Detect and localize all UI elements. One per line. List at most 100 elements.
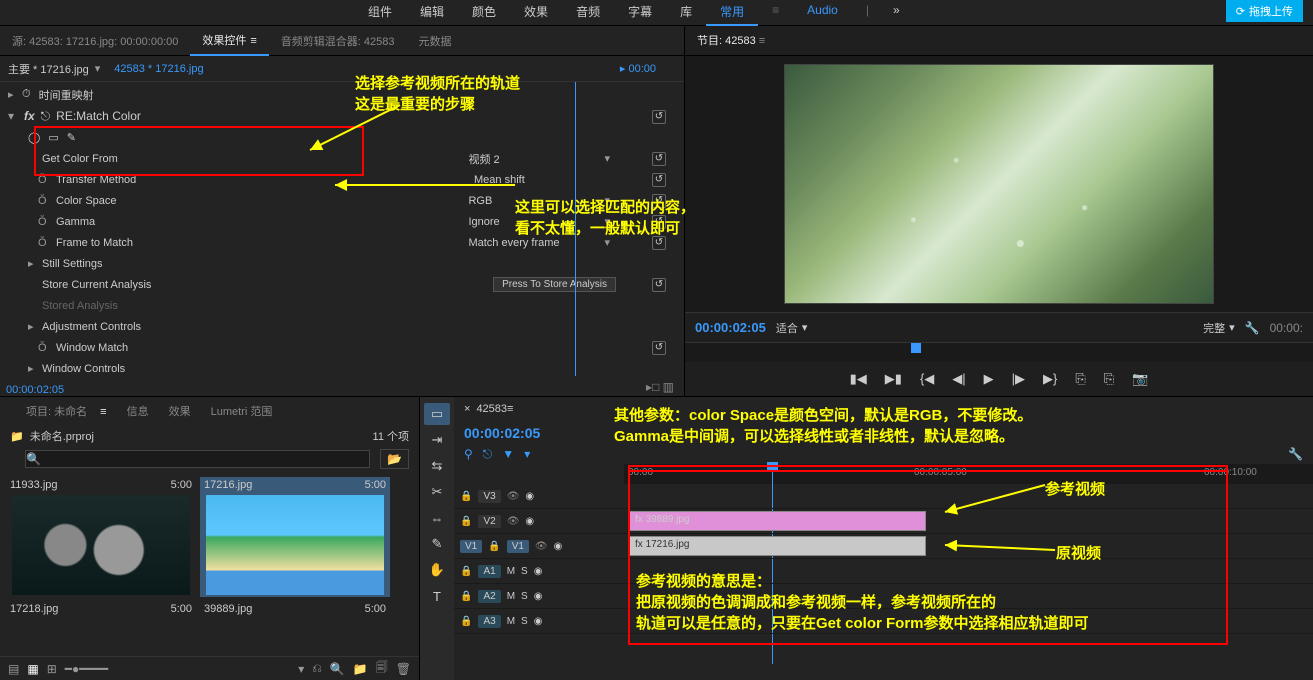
tab-menu-icon[interactable]: ≡ [759,35,765,47]
track-header-a2[interactable]: 🔒A2MS◉ [454,584,624,609]
upload-button[interactable]: ⟳拖拽上传 [1226,0,1303,22]
track-v3[interactable] [624,484,1313,509]
track-header-v3[interactable]: 🔒V3👁◉ [454,484,624,509]
track-header-a1[interactable]: 🔒A1MS◉ [454,559,624,584]
record-icon[interactable]: ◉ [534,616,543,627]
reset-icon[interactable]: ↺ [652,194,666,208]
menu-more-icon[interactable]: » [883,0,910,26]
track-v1[interactable]: fx 17216.jpg [624,534,1313,559]
dropdown-icon[interactable]: ▾ [598,152,616,165]
track-output-icon[interactable]: ◉ [554,541,563,552]
dropdown-icon[interactable]: ▾ [598,236,616,249]
menu-item[interactable]: 字幕 [614,0,666,26]
tab-effects[interactable]: 效果 [159,399,201,423]
track-v2[interactable]: fx 39889.jpg [624,509,1313,534]
stopwatch-icon[interactable]: ⏱ [22,88,31,101]
prop-value[interactable]: Ignore [468,216,598,228]
stopwatch-icon[interactable]: Ŏ [38,195,52,207]
record-icon[interactable]: ◉ [534,566,543,577]
expand-icon[interactable]: ▸ [8,88,18,101]
program-scrubber[interactable] [685,342,1313,362]
dropdown-icon[interactable]: ▾ [598,194,616,207]
tab-audio-mixer[interactable]: 音频剪辑混合器: 42583 [269,27,407,55]
icon-view-icon[interactable]: ▦ [27,662,38,676]
project-item[interactable]: 39889.jpg5:00 [200,601,390,617]
solo-icon[interactable]: S [521,591,528,602]
ellipse-mask-icon[interactable]: ◯ [28,131,40,144]
track-header-v2[interactable]: 🔒V2👁◉ [454,509,624,534]
wrench-icon[interactable]: 🔧 [1288,447,1303,462]
track-label[interactable]: A3 [478,615,500,628]
menu-item[interactable]: 组件 [354,0,406,26]
menu-item[interactable]: 库 [666,0,706,26]
mark-in-icon[interactable]: ▮◀ [850,371,867,387]
marker-icon[interactable]: ▼ [502,447,514,462]
track-a3[interactable] [624,609,1313,634]
expand-icon[interactable]: ▾ [8,109,18,123]
settings-icon[interactable]: ▾ [524,447,530,462]
program-viewport[interactable] [685,56,1313,312]
prop-value[interactable]: RGB [468,195,598,207]
go-to-in-icon[interactable]: {◀ [920,371,934,387]
solo-icon[interactable]: S [521,566,528,577]
rect-mask-icon[interactable]: ▭ [48,131,58,144]
record-icon[interactable]: ◉ [534,591,543,602]
track-select-tool-icon[interactable]: ⇥ [424,429,450,451]
expand-icon[interactable]: ▸ [28,257,38,270]
reset-icon[interactable]: ↺ [652,341,666,355]
prop-value[interactable]: Match every frame [468,237,598,249]
menu-item[interactable]: 编辑 [406,0,458,26]
pen-tool-icon[interactable]: ✎ [424,533,450,555]
tab-source[interactable]: 源: 42583: 17216.jpg: 00:00:00:00 [0,27,190,55]
step-forward-icon[interactable]: |▶ [1012,371,1025,387]
reset-icon[interactable]: ↺ [652,215,666,229]
track-label[interactable]: A2 [478,590,500,603]
zoom-fit-dropdown[interactable]: 适合▾ [776,320,808,336]
timeline-timecode[interactable]: 00:00:02:05 [454,421,1313,445]
sequence-link[interactable]: 42583 * 17216.jpg [114,63,203,75]
step-back-icon[interactable]: ◀| [952,371,965,387]
resolution-dropdown[interactable]: 完整▾ [1203,320,1235,336]
dropdown-icon[interactable]: ▾ [95,62,101,75]
project-filename[interactable]: 未命名.prproj [30,428,94,444]
reset-icon[interactable]: ↺ [652,110,666,124]
project-item[interactable]: 17218.jpg5:00 [6,601,196,617]
automate-icon[interactable]: ⎌ [312,661,322,676]
eye-icon[interactable]: 👁 [507,516,520,527]
search-input[interactable] [25,450,370,468]
program-tab[interactable]: 节目: 42583 ≡ [685,26,1313,56]
clip-v2[interactable]: fx 39889.jpg [628,511,926,531]
ripple-tool-icon[interactable]: ⇆ [424,455,450,477]
lock-icon[interactable]: 🔒 [488,541,500,552]
program-timecode[interactable]: 00:00:02:05 [695,320,766,335]
menu-item[interactable]: 音频 [562,0,614,26]
mute-icon[interactable]: M [507,566,515,577]
menu-item[interactable]: 颜色 [458,0,510,26]
lock-icon[interactable]: 🔒 [460,616,472,627]
stopwatch-icon[interactable]: Ŏ [38,342,52,354]
track-output-icon[interactable]: ◉ [525,491,534,502]
slip-tool-icon[interactable]: ⇔ [424,507,450,529]
clip-name[interactable]: 主要 * 17216.jpg [8,61,89,77]
zoom-slider[interactable]: ━●━━━━ [65,662,290,676]
export-frame-icon[interactable]: 📷 [1132,371,1148,387]
track-label[interactable]: A1 [478,565,500,578]
source-patch[interactable]: V1 [460,540,482,553]
menu-item-audio[interactable]: Audio [793,0,852,26]
tab-project[interactable]: 项目: 未命名 ≡ [6,399,117,423]
stopwatch-icon[interactable]: Ŏ [38,174,52,186]
track-a1[interactable] [624,559,1313,584]
link-icon[interactable]: ⎋ [483,447,493,462]
menu-item[interactable]: 效果 [510,0,562,26]
lock-icon[interactable]: 🔒 [460,516,472,527]
prop-value[interactable]: Mean shift [474,174,604,186]
dropdown-icon[interactable]: ▾ [598,215,616,228]
expand-icon[interactable]: ▸ [28,320,38,333]
track-output-icon[interactable]: ◉ [525,516,534,527]
solo-icon[interactable]: S [521,616,528,627]
type-tool-icon[interactable]: T [424,585,450,607]
tab-metadata[interactable]: 元数据 [406,27,463,55]
timeline-tab[interactable]: × 42583 ≡ [454,397,1313,421]
lock-icon[interactable]: 🔒 [460,491,472,502]
delete-icon[interactable]: 🗑 [396,662,411,676]
